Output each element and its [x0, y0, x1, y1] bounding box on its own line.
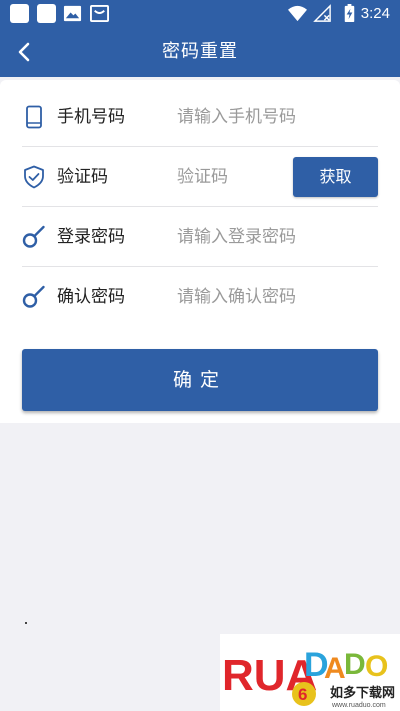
shopping-bag-icon — [90, 4, 109, 23]
status-bar: 3:24 — [0, 0, 400, 27]
code-label: 验证码 — [57, 167, 108, 187]
page-title: 密码重置 — [162, 41, 238, 62]
get-code-button[interactable]: 获取 — [293, 157, 378, 197]
svg-text:www.ruaduo.com: www.ruaduo.com — [331, 702, 386, 709]
stray-dot — [25, 622, 27, 624]
confirm-button[interactable]: 确定 — [22, 349, 378, 411]
code-row: 验证码 获取 — [22, 147, 378, 207]
status-time: 3:24 — [360, 5, 390, 22]
no-signal-icon — [313, 4, 331, 22]
shield-check-icon — [24, 165, 44, 189]
wifi-icon — [288, 5, 307, 22]
battery-charging-icon — [344, 4, 355, 23]
phone-row: 手机号码 — [22, 87, 378, 147]
key-icon — [22, 225, 45, 248]
login-password-input[interactable] — [177, 221, 367, 253]
phone-icon — [26, 105, 42, 129]
watermark-logo: RUA D A D O 6 如多下载网 www.ruaduo.com — [220, 634, 400, 711]
login-password-row: 登录密码 — [22, 207, 378, 267]
svg-text:6: 6 — [298, 685, 307, 704]
confirm-password-input[interactable] — [177, 281, 367, 313]
reset-form-panel: 手机号码 验证码 获取 登录密码 确认密码 确定 — [0, 80, 400, 423]
app-square-icon — [10, 4, 29, 23]
svg-text:如多下载网: 如多下载网 — [330, 685, 395, 701]
confirm-password-label: 确认密码 — [57, 287, 125, 307]
phone-label: 手机号码 — [57, 107, 125, 127]
login-password-label: 登录密码 — [57, 227, 125, 247]
svg-text:O: O — [365, 650, 388, 683]
key-icon — [22, 285, 45, 308]
phone-input[interactable] — [177, 101, 367, 133]
svg-text:D: D — [344, 648, 366, 681]
app-square-icon — [37, 4, 56, 23]
image-icon — [63, 5, 82, 22]
code-input[interactable] — [177, 161, 287, 193]
confirm-password-row: 确认密码 — [22, 267, 378, 327]
ruadado-logo-icon: RUA D A D O 6 如多下载网 www.ruaduo.com — [222, 646, 395, 709]
svg-text:A: A — [324, 652, 346, 685]
nav-bar: 密码重置 — [0, 27, 400, 77]
